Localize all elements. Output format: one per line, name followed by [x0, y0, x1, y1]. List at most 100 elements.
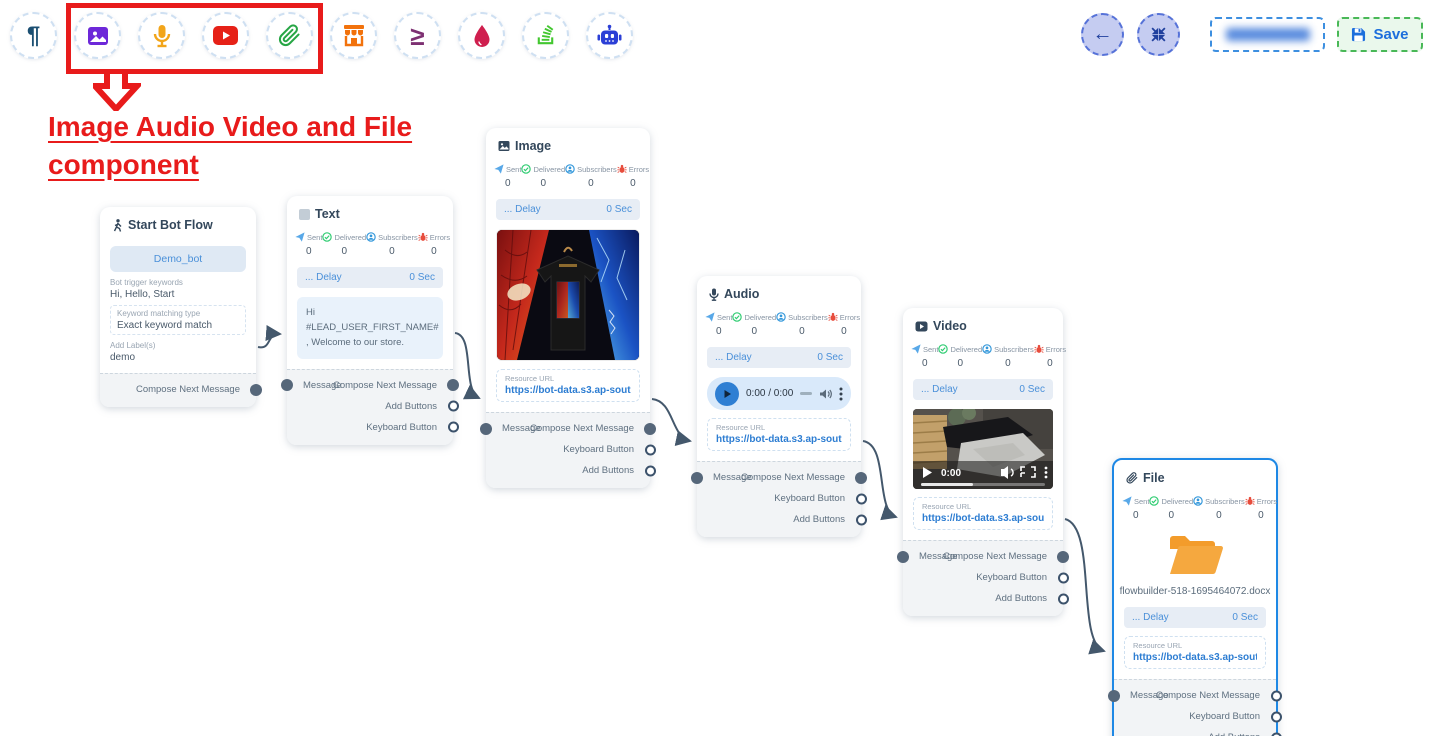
node-text[interactable]: Text Sent0 Delivered0 Subscribers0 Error…	[287, 196, 453, 445]
audio-menu-icon[interactable]	[839, 387, 843, 401]
component-button-text[interactable]: ¶	[10, 12, 57, 59]
resource-url-link[interactable]: https://bot-data.s3.ap-southeast-1.wasab…	[922, 513, 1044, 524]
save-label: Save	[1373, 26, 1408, 43]
delay-value: 0 Sec	[409, 272, 435, 283]
node-audio[interactable]: Audio Sent0 Delivered0 Subscribers0 Erro…	[697, 276, 861, 537]
redacted-button[interactable]	[1210, 17, 1325, 52]
video-node-icon	[915, 321, 928, 332]
audio-play-button[interactable]	[715, 382, 739, 406]
resource-url-label: Resource URL	[1133, 641, 1257, 650]
errors-label: Errors	[1257, 497, 1277, 506]
node-image[interactable]: Image Sent0 Delivered0 Subscribers0 Erro…	[486, 128, 650, 488]
port-label-compose: Compose Next Message	[530, 423, 634, 434]
subscribers-label: Subscribers	[378, 233, 418, 242]
port-label-add-buttons: Add Buttons	[1208, 732, 1260, 736]
volume-icon[interactable]	[819, 388, 832, 400]
sent-value: 0	[494, 178, 521, 189]
message-preview[interactable]: Hi #LEAD_USER_FIRST_NAME# , Welcome to o…	[297, 297, 443, 359]
delivered-value: 0	[938, 358, 982, 369]
component-button-condition[interactable]: ≥	[394, 12, 441, 59]
sent-label: Sent	[923, 345, 938, 354]
audio-player[interactable]: 0:00 / 0:00	[707, 377, 851, 410]
delivered-value: 0	[322, 246, 366, 257]
output-port-compose[interactable]	[1271, 690, 1282, 701]
output-port-compose[interactable]	[250, 384, 262, 396]
delivered-label: Delivered	[950, 345, 982, 354]
audio-seek-bar[interactable]	[800, 392, 812, 395]
output-port-add-buttons[interactable]	[645, 465, 656, 476]
output-port-add-buttons[interactable]	[448, 401, 459, 412]
delivered-label: Delivered	[533, 165, 565, 174]
walking-person-icon	[112, 219, 123, 232]
port-label-add-buttons: Add Buttons	[582, 465, 634, 476]
file-preview[interactable]: flowbuilder-518-1695464072.docx	[1114, 523, 1276, 599]
sent-value: 0	[295, 246, 322, 257]
input-port-message[interactable]	[281, 379, 293, 391]
delivered-label: Delivered	[1161, 497, 1193, 506]
component-button-bot[interactable]	[586, 12, 633, 59]
delivered-icon	[938, 344, 948, 354]
resource-url-box: Resource URL https://bot-data.s3.ap-sout…	[707, 418, 851, 451]
resource-url-link[interactable]: https://bot-data.s3.ap-southeast-1.wasab…	[505, 385, 631, 396]
port-label-keyboard: Keyboard Button	[976, 572, 1047, 583]
output-port-compose[interactable]	[447, 379, 459, 391]
svg-text:0:00: 0:00	[941, 468, 961, 479]
node-video[interactable]: Video Sent0 Delivered0 Subscribers0 Erro…	[903, 308, 1063, 616]
save-button[interactable]: Save	[1337, 17, 1423, 52]
delivered-value: 0	[732, 326, 776, 337]
component-button-quick-reply[interactable]	[522, 12, 569, 59]
resource-url-label: Resource URL	[505, 374, 631, 383]
errors-value: 0	[1034, 358, 1066, 369]
errors-label: Errors	[840, 313, 860, 322]
delay-row[interactable]: ... Delay 0 Sec	[913, 379, 1053, 400]
resource-url-link[interactable]: https://bot-data.s3.ap-southeast-1.wasab…	[716, 434, 842, 445]
input-port-message[interactable]	[691, 472, 703, 484]
droplet-icon	[471, 24, 493, 48]
compress-icon	[1150, 26, 1167, 43]
node-start-bot-flow[interactable]: Start Bot Flow Demo_bot Bot trigger keyw…	[100, 207, 256, 407]
input-port-message[interactable]	[1108, 690, 1120, 702]
node-title: Image	[515, 139, 551, 153]
node-file[interactable]: File Sent0 Delivered0 Subscribers0 Error…	[1112, 458, 1278, 736]
image-preview[interactable]	[496, 229, 640, 361]
output-port-add-buttons[interactable]	[856, 514, 867, 525]
input-port-message[interactable]	[897, 551, 909, 563]
resource-url-link[interactable]: https://bot-data.s3.ap-southeast-1.wasab…	[1133, 652, 1257, 663]
delay-row[interactable]: ... Delay 0 Sec	[707, 347, 851, 368]
errors-label: Errors	[1046, 345, 1066, 354]
matching-type-value[interactable]: Exact keyword match	[117, 320, 239, 331]
output-port-keyboard[interactable]	[645, 444, 656, 455]
back-button[interactable]: ←	[1081, 13, 1124, 56]
component-button-ecommerce[interactable]	[330, 12, 377, 59]
add-labels-value[interactable]: demo	[110, 352, 246, 363]
fit-view-button[interactable]	[1137, 13, 1180, 56]
sent-label: Sent	[506, 165, 521, 174]
delay-row[interactable]: ... Delay 0 Sec	[1124, 607, 1266, 628]
output-port-add-buttons[interactable]	[1058, 593, 1069, 604]
input-port-message[interactable]	[480, 423, 492, 435]
port-label-compose: Compose Next Message	[741, 472, 845, 483]
output-port-keyboard[interactable]	[1271, 711, 1282, 722]
component-button-droplet[interactable]	[458, 12, 505, 59]
port-label-message: Message	[502, 423, 541, 434]
output-port-keyboard[interactable]	[1058, 572, 1069, 583]
output-port-keyboard[interactable]	[448, 422, 459, 433]
output-port-add-buttons[interactable]	[1271, 732, 1282, 736]
bot-name-button[interactable]: Demo_bot	[110, 246, 246, 272]
output-port-compose[interactable]	[644, 423, 656, 435]
delay-row[interactable]: ... Delay 0 Sec	[297, 267, 443, 288]
delay-row[interactable]: ... Delay 0 Sec	[496, 199, 640, 220]
trigger-keywords-value[interactable]: Hi, Hello, Start	[110, 289, 246, 300]
flow-builder-canvas[interactable]: ¶ ≥	[0, 0, 1430, 736]
output-port-keyboard[interactable]	[856, 493, 867, 504]
output-port-compose[interactable]	[1057, 551, 1069, 563]
tshirt-image	[497, 230, 639, 360]
sent-icon	[1122, 496, 1132, 506]
robot-icon	[597, 24, 622, 48]
delay-value: 0 Sec	[606, 204, 632, 215]
subscribers-label: Subscribers	[994, 345, 1034, 354]
node-title: Text	[315, 207, 340, 221]
output-port-compose[interactable]	[855, 472, 867, 484]
annotation-text: Image Audio Video and File component	[48, 108, 428, 184]
video-player[interactable]: 0:00	[913, 409, 1053, 489]
